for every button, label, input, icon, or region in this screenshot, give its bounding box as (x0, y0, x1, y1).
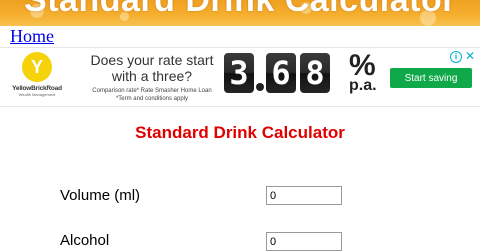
ad-fine-print-line: Comparison rate* Rate Smasher Home Loan (92, 88, 212, 94)
header-banner: Standard Drink Calculator (0, 0, 480, 26)
volume-input[interactable] (266, 186, 342, 205)
logo-icon: Y (22, 52, 52, 82)
banner-title: Standard Drink Calculator (24, 0, 456, 19)
ad-fine-print: Comparison rate* Rate Smasher Home Loan … (82, 87, 222, 103)
volume-label: Volume (ml) (60, 187, 141, 204)
rate-decimal-point (256, 83, 264, 91)
logo-name: YellowBrickRoad (12, 85, 62, 92)
alcohol-label: Alcohol (60, 232, 110, 249)
advertiser-logo[interactable]: Y YellowBrickRoad Wealth Management (12, 52, 62, 102)
home-link[interactable]: Home (10, 26, 54, 46)
advertisement[interactable]: Y YellowBrickRoad Wealth Management Does… (0, 47, 480, 107)
rate-suffix: p.a. (349, 77, 377, 94)
page-title: Standard Drink Calculator (135, 123, 345, 142)
ad-fine-print-line: *Term and conditions apply (115, 96, 189, 102)
start-saving-button[interactable]: Start saving (390, 68, 472, 88)
rate-digit: 8 (300, 53, 330, 93)
ad-info-icon[interactable]: i (450, 51, 462, 63)
rate-digit: 6 (266, 53, 296, 93)
ad-close-icon[interactable]: ✕ (465, 49, 475, 63)
logo-subtitle: Wealth Management (18, 92, 56, 97)
rate-digit: 3 (224, 53, 254, 93)
ad-headline[interactable]: Does your rate start with a three? (82, 52, 222, 84)
alcohol-input[interactable] (266, 232, 342, 251)
